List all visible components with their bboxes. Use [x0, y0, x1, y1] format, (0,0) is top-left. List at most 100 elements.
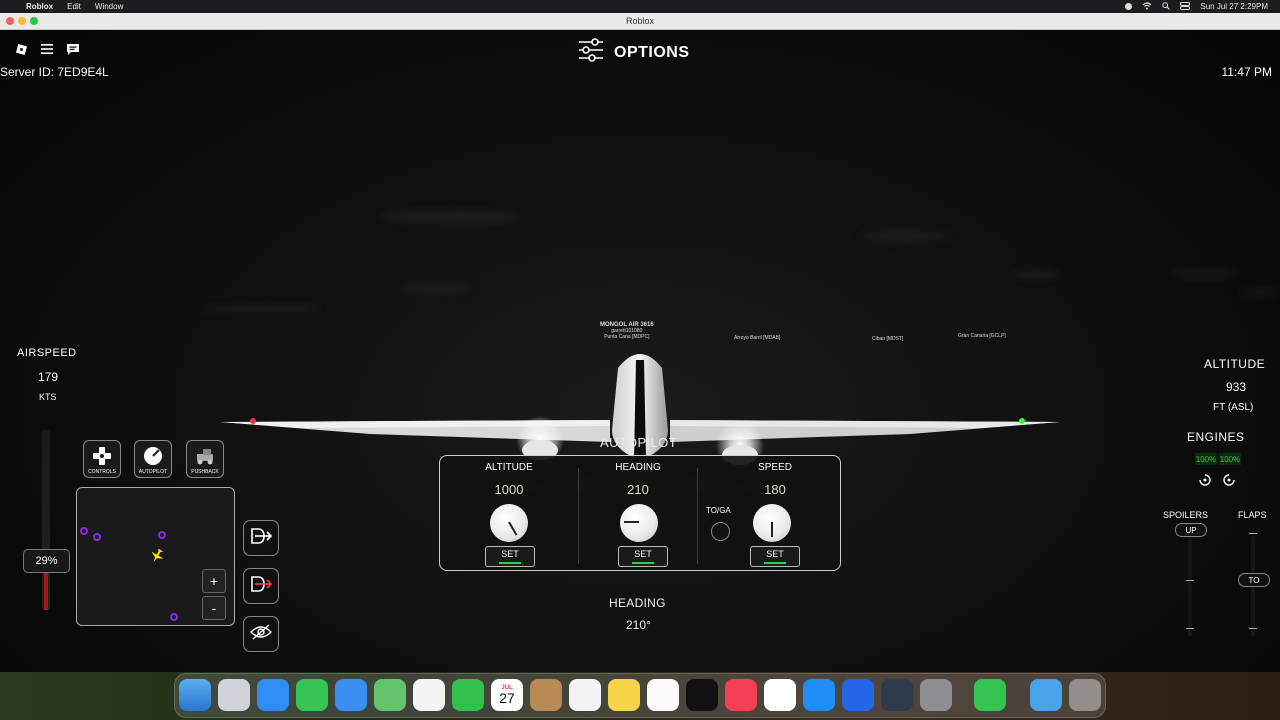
- airspeed-label: AIRSPEED: [17, 347, 77, 359]
- reminders-icon[interactable]: [569, 679, 601, 711]
- roblox-logo-icon[interactable]: [14, 42, 28, 56]
- altitude-value: 933: [1226, 380, 1247, 394]
- engine-right-spin-icon[interactable]: [1222, 473, 1236, 487]
- music-icon[interactable]: [725, 679, 757, 711]
- trash-icon[interactable]: [1069, 679, 1101, 711]
- record-icon[interactable]: [1125, 3, 1133, 10]
- calendar-icon[interactable]: JUL 27: [491, 679, 523, 711]
- airport-pin-icon[interactable]: [158, 531, 166, 539]
- plane-tag-main: MONGOL AIR 3616 garrett101080 Punta Cana…: [600, 322, 654, 340]
- airport-pin-icon[interactable]: [80, 527, 88, 535]
- ap-heading-set-button[interactable]: SET: [618, 546, 668, 567]
- finder-icon[interactable]: [179, 679, 211, 711]
- spoilers-slider[interactable]: [1188, 536, 1192, 636]
- ap-altitude-set-label: SET: [501, 549, 519, 559]
- spoilers-label: SPOILERS: [1163, 510, 1209, 520]
- ap-altitude-label: ALTITUDE: [485, 462, 533, 473]
- menu-window[interactable]: Window: [95, 2, 123, 11]
- runway-departure-button[interactable]: [243, 520, 279, 556]
- menu-app-name[interactable]: Roblox: [26, 2, 53, 11]
- contacts-icon[interactable]: [530, 679, 562, 711]
- downloads-folder-icon[interactable]: [1030, 679, 1062, 711]
- ap-altitude-column: ALTITUDE 1000 SET: [440, 456, 578, 572]
- quicktime-icon[interactable]: [881, 679, 913, 711]
- engines-label: ENGINES: [1187, 430, 1245, 444]
- controls-button[interactable]: CONTROLS: [83, 440, 121, 478]
- ap-speed-set-label: SET: [766, 549, 784, 559]
- roblox-icon[interactable]: [842, 679, 874, 711]
- control-center-icon[interactable]: [1180, 1, 1191, 12]
- screen-sharing-icon[interactable]: [974, 679, 1006, 711]
- hide-ui-button[interactable]: [243, 616, 279, 652]
- window-title-bar: Roblox: [0, 13, 1280, 30]
- chat-icon[interactable]: [66, 42, 80, 56]
- ap-altitude-knob[interactable]: [490, 504, 528, 542]
- news-icon[interactable]: [764, 679, 796, 711]
- engine-left-percent: 100%: [1195, 453, 1217, 465]
- ap-speed-label: SPEED: [758, 462, 792, 473]
- autopilot-icon: [142, 445, 164, 467]
- tv-icon[interactable]: [686, 679, 718, 711]
- options-button[interactable]: OPTIONS: [578, 38, 690, 67]
- plane-origin: Punta Cana [MDPC]: [604, 334, 650, 340]
- cloud: [380, 210, 520, 224]
- ap-heading-value: 210: [627, 482, 649, 497]
- altitude-unit: FT (ASL): [1213, 402, 1254, 413]
- throttle-handle[interactable]: 29%: [23, 549, 70, 573]
- app-store-icon[interactable]: [803, 679, 835, 711]
- ap-speed-value: 180: [764, 482, 786, 497]
- airport-pin-icon[interactable]: [93, 533, 101, 541]
- ap-speed-knob[interactable]: [753, 504, 791, 542]
- spoilers-handle[interactable]: UP: [1175, 523, 1207, 537]
- maps-icon[interactable]: [374, 679, 406, 711]
- launchpad-icon[interactable]: [218, 679, 250, 711]
- menu-edit[interactable]: Edit: [67, 2, 81, 11]
- map-zoom-out-button[interactable]: -: [202, 596, 226, 620]
- cloud: [1170, 268, 1240, 278]
- flaps-handle[interactable]: TO: [1238, 573, 1270, 587]
- tick: [1186, 628, 1194, 629]
- menu-icon[interactable]: [40, 42, 54, 56]
- airspeed-value: 179: [38, 370, 59, 384]
- throttle-fill: [44, 570, 48, 610]
- map-zoom-in-button[interactable]: +: [202, 569, 226, 593]
- window-title: Roblox: [625, 16, 654, 26]
- eye-off-icon: [250, 623, 272, 645]
- ap-heading-column: HEADING 210 SET: [579, 456, 697, 572]
- search-icon[interactable]: [1162, 1, 1171, 12]
- flaps-label: FLAPS: [1238, 510, 1267, 520]
- toga-button[interactable]: [711, 522, 730, 541]
- engine-right-percent: 100%: [1219, 453, 1241, 465]
- sliders-icon: [578, 38, 604, 67]
- mail-icon[interactable]: [335, 679, 367, 711]
- tick: [1249, 533, 1257, 534]
- options-label: OPTIONS: [614, 43, 690, 61]
- ap-speed-set-button[interactable]: SET: [750, 546, 800, 567]
- system-settings-icon[interactable]: [920, 679, 952, 711]
- safari-icon[interactable]: [257, 679, 289, 711]
- airport-pin-icon[interactable]: [170, 613, 178, 621]
- photos-icon[interactable]: [413, 679, 445, 711]
- freeform-icon[interactable]: [647, 679, 679, 711]
- cloud: [1010, 270, 1060, 279]
- autopilot-button[interactable]: AUTOPILOT: [134, 440, 172, 478]
- airport-tag: Gran Canaria [GCLP]: [958, 333, 1006, 339]
- wifi-icon[interactable]: [1142, 1, 1152, 12]
- minimap[interactable]: + -: [76, 487, 235, 626]
- facetime-icon[interactable]: [452, 679, 484, 711]
- messages-icon[interactable]: [296, 679, 328, 711]
- notes-icon[interactable]: [608, 679, 640, 711]
- pushback-icon: [194, 445, 216, 467]
- runway-arrival-button[interactable]: [243, 568, 279, 604]
- ap-altitude-set-button[interactable]: SET: [485, 546, 535, 567]
- toga-label: TO/GA: [706, 506, 731, 515]
- cloud: [1240, 288, 1280, 297]
- altitude-label: ALTITUDE: [1204, 357, 1266, 371]
- ap-heading-set-label: SET: [634, 549, 652, 559]
- autopilot-caption: AUTOPILOT: [138, 469, 168, 475]
- ap-heading-knob[interactable]: [620, 504, 658, 542]
- game-time: 11:47 PM: [1221, 65, 1272, 79]
- menu-datetime[interactable]: Sun Jul 27 2:29PM: [1200, 2, 1268, 11]
- pushback-button[interactable]: PUSHBACK: [186, 440, 224, 478]
- engine-left-spin-icon[interactable]: [1198, 473, 1212, 487]
